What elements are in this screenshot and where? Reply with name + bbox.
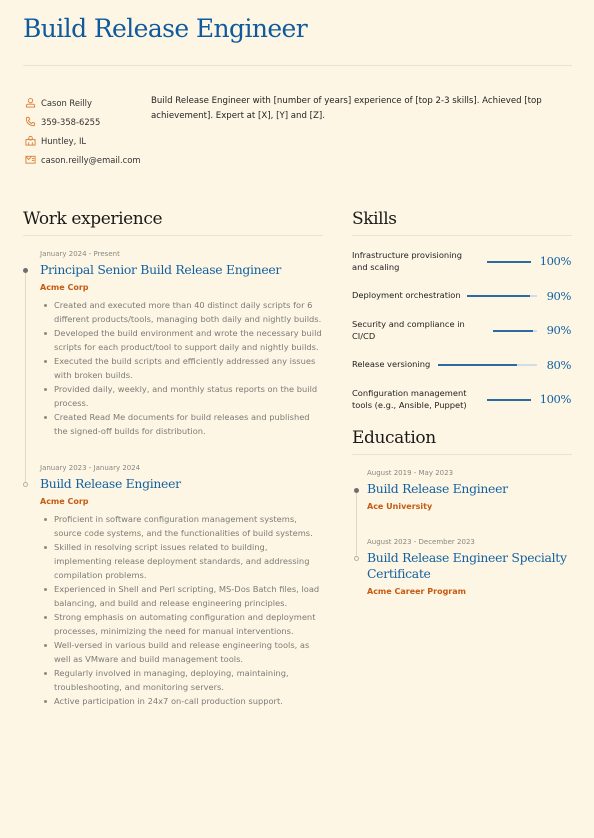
work-company: Acme Corp <box>40 497 89 506</box>
phone-icon <box>24 116 36 128</box>
education-school: Acme Career Program <box>367 587 466 596</box>
contact-phone: 359-358-6255 <box>24 112 141 131</box>
skill-row: Infrastructure provisioning and scaling … <box>352 250 572 276</box>
skill-name: Deployment orchestration <box>352 290 461 300</box>
location-icon <box>24 135 36 147</box>
education-date: August 2023 - December 2023 <box>367 538 475 546</box>
contact-name: Cason Reilly <box>24 93 141 112</box>
contact-location: Huntley, IL <box>24 131 141 150</box>
header-divider <box>23 65 572 66</box>
page-title: Build Release Engineer <box>23 14 308 43</box>
contact-location-text: Huntley, IL <box>41 135 87 146</box>
work-timeline-line <box>25 270 26 485</box>
work-date: January 2024 - Present <box>40 250 120 258</box>
skill-name: Infrastructure provisioning and scaling <box>352 250 462 272</box>
bullet-item: Skilled in resolving script issues relat… <box>40 540 325 582</box>
education-date: August 2019 - May 2023 <box>367 469 454 477</box>
contact-phone-text: 359-358-6255 <box>41 116 101 127</box>
education-section-title: Education <box>352 428 436 448</box>
skill-bar <box>487 399 531 401</box>
person-icon <box>24 97 36 109</box>
timeline-dot-past <box>23 482 28 487</box>
timeline-dot-past <box>354 556 359 561</box>
education-entry: August 2023 - December 2023 Build Releas… <box>367 538 577 596</box>
skill-bar-fill <box>467 295 530 297</box>
skill-row: Configuration management tools (e.g., An… <box>352 388 572 414</box>
skill-bar-fill <box>487 399 531 401</box>
work-entry: January 2024 - Present Principal Senior … <box>40 250 325 438</box>
contact-email: cason.reilly@email.com <box>24 150 141 169</box>
education-timeline-line <box>356 491 357 559</box>
bullet-item: Proficient in software configuration man… <box>40 512 325 540</box>
education-school: Ace University <box>367 502 433 511</box>
work-section-title: Work experience <box>23 209 163 229</box>
work-bullets: Created and executed more than 40 distin… <box>40 298 325 438</box>
work-job-title: Build Release Engineer <box>40 476 181 491</box>
work-bullets: Proficient in software configuration man… <box>40 512 325 708</box>
skill-percent: 80% <box>546 358 572 372</box>
work-divider <box>23 235 323 236</box>
bullet-item: Regularly involved in managing, deployin… <box>40 666 325 694</box>
skill-bar-fill <box>487 261 531 263</box>
work-date: January 2023 - January 2024 <box>40 464 141 472</box>
bullet-item: Experienced in Shell and Perl scripting,… <box>40 582 325 610</box>
education-divider <box>352 454 572 455</box>
bullet-item: Created and executed more than 40 distin… <box>40 298 325 326</box>
bullet-item: Created Read Me documents for build rele… <box>40 410 325 438</box>
skill-name: Security and compliance in CI/CD <box>352 319 465 341</box>
bullet-item: Active participation in 24x7 on-call pro… <box>40 694 325 708</box>
work-company: Acme Corp <box>40 283 89 292</box>
skill-row: Deployment orchestration 90% <box>352 289 572 306</box>
skill-percent: 90% <box>546 289 572 303</box>
skill-name: Configuration management tools (e.g., An… <box>352 388 467 410</box>
contact-email-text[interactable]: cason.reilly@email.com <box>41 155 141 165</box>
education-degree: Build Release Engineer <box>367 481 508 496</box>
skill-percent: 100% <box>539 392 572 406</box>
summary: Build Release Engineer with [number of y… <box>151 96 542 121</box>
contact-name-text: Cason Reilly <box>41 97 92 108</box>
skill-percent: 100% <box>539 254 572 268</box>
skill-bar-fill <box>493 330 533 332</box>
skill-bar <box>438 364 537 366</box>
skills-divider <box>352 235 572 236</box>
email-icon <box>24 154 36 166</box>
skill-bar <box>487 261 531 263</box>
bullet-item: Strong emphasis on automating configurat… <box>40 610 325 638</box>
bullet-item: Executed the build scripts and efficient… <box>40 354 325 382</box>
skill-row: Release versioning 80% <box>352 358 572 375</box>
work-job-title: Principal Senior Build Release Engineer <box>40 262 282 277</box>
bullet-item: Developed the build environment and wrot… <box>40 326 325 354</box>
education-entry: August 2019 - May 2023 Build Release Eng… <box>367 469 577 511</box>
bullet-item: Well-versed in various build and release… <box>40 638 325 666</box>
skill-bar <box>467 295 537 297</box>
skill-row: Security and compliance in CI/CD 90% <box>352 319 572 345</box>
bullet-item: Provided daily, weekly, and monthly stat… <box>40 382 325 410</box>
skill-bar-fill <box>438 364 518 366</box>
work-entry: January 2023 - January 2024 Build Releas… <box>40 464 325 708</box>
timeline-dot-current <box>23 268 28 273</box>
timeline-dot-current <box>354 488 359 493</box>
skill-bar <box>493 330 537 332</box>
skill-percent: 90% <box>546 323 572 337</box>
skills-section-title: Skills <box>352 209 397 229</box>
contact-list: Cason Reilly 359-358-6255 Huntley, IL ca… <box>24 93 141 169</box>
education-degree: Build Release Engineer Specialty Certifi… <box>367 550 567 581</box>
